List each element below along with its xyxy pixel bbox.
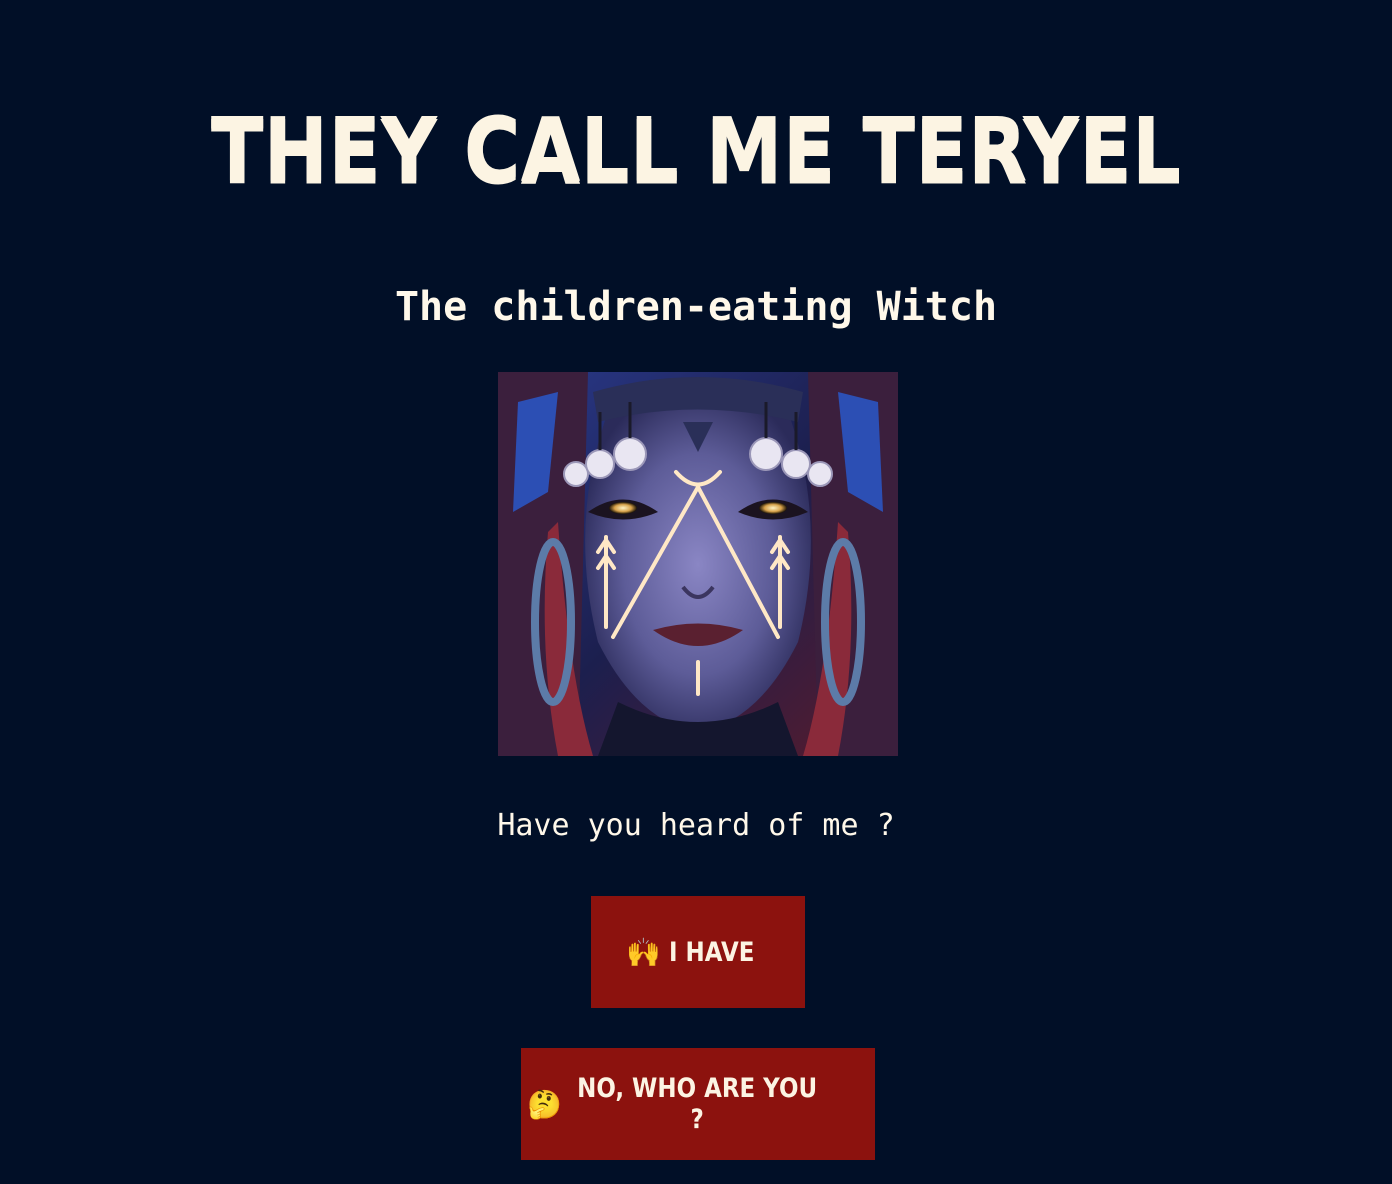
who-are-you-button[interactable]: 🤔 NO, WHO ARE YOU ?	[521, 1048, 875, 1160]
page: THEY CALL ME TERYEL The children-eating …	[0, 0, 1392, 1184]
i-have-button-label: I HAVE	[669, 936, 755, 968]
witch-portrait-image	[498, 372, 898, 756]
thinking-face-icon: 🤔	[527, 1087, 562, 1121]
page-subtitle: The children-eating Witch	[394, 284, 998, 330]
question-text: Have you heard of me ?	[497, 808, 895, 843]
i-have-button[interactable]: 🙌 I HAVE	[591, 896, 805, 1008]
who-are-you-button-label: NO, WHO ARE YOU ?	[577, 1073, 817, 1135]
raising-hands-icon: 🙌	[626, 935, 662, 969]
page-title: THEY CALL ME TERYEL	[210, 98, 1182, 202]
